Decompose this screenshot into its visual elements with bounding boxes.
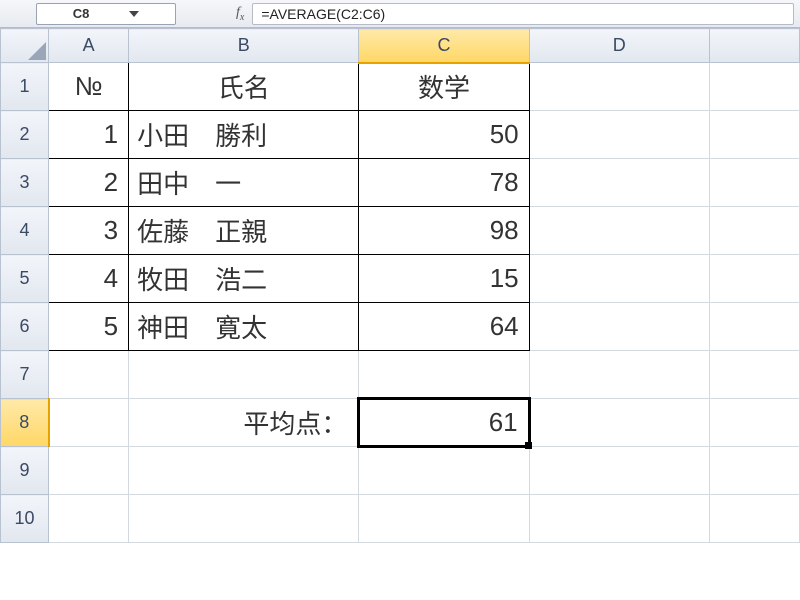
row-header-5[interactable]: 5 xyxy=(1,255,49,303)
cell-D8[interactable] xyxy=(529,399,709,447)
cell-A6[interactable]: 5 xyxy=(49,303,129,351)
cell-D2[interactable] xyxy=(529,111,709,159)
row-10: 10 xyxy=(1,495,800,543)
row-8: 8 平均点： 61 xyxy=(1,399,800,447)
row-2: 2 1 小田 勝利 50 xyxy=(1,111,800,159)
row-header-9[interactable]: 9 xyxy=(1,447,49,495)
cell-E2[interactable] xyxy=(709,111,799,159)
cell-E7[interactable] xyxy=(709,351,799,399)
cell-grid[interactable]: A B C D 1 № 氏名 数学 2 1 小田 勝利 50 3 2 田中 一 … xyxy=(0,28,800,543)
cell-B7[interactable] xyxy=(129,351,359,399)
row-header-3[interactable]: 3 xyxy=(1,159,49,207)
cell-A7[interactable] xyxy=(49,351,129,399)
row-7: 7 xyxy=(1,351,800,399)
row-4: 4 3 佐藤 正親 98 xyxy=(1,207,800,255)
cell-C4[interactable]: 98 xyxy=(359,207,529,255)
row-header-6[interactable]: 6 xyxy=(1,303,49,351)
cell-D1[interactable] xyxy=(529,63,709,111)
row-9: 9 xyxy=(1,447,800,495)
cell-E9[interactable] xyxy=(709,447,799,495)
cell-D7[interactable] xyxy=(529,351,709,399)
cell-A1[interactable]: № xyxy=(49,63,129,111)
col-header-A[interactable]: A xyxy=(49,29,129,63)
row-header-8[interactable]: 8 xyxy=(1,399,49,447)
name-box-dropdown-icon[interactable] xyxy=(129,11,139,17)
column-header-row: A B C D xyxy=(1,29,800,63)
cell-C2[interactable]: 50 xyxy=(359,111,529,159)
cell-C3[interactable]: 78 xyxy=(359,159,529,207)
cell-B1[interactable]: 氏名 xyxy=(129,63,359,111)
formula-bar: C8 fx =AVERAGE(C2:C6) xyxy=(0,0,800,28)
col-header-D[interactable]: D xyxy=(529,29,709,63)
row-header-1[interactable]: 1 xyxy=(1,63,49,111)
cell-D4[interactable] xyxy=(529,207,709,255)
row-1: 1 № 氏名 数学 xyxy=(1,63,800,111)
cell-E1[interactable] xyxy=(709,63,799,111)
row-6: 6 5 神田 寛太 64 xyxy=(1,303,800,351)
row-header-2[interactable]: 2 xyxy=(1,111,49,159)
cell-E4[interactable] xyxy=(709,207,799,255)
cell-D10[interactable] xyxy=(529,495,709,543)
worksheet[interactable]: A B C D 1 № 氏名 数学 2 1 小田 勝利 50 3 2 田中 一 … xyxy=(0,28,800,543)
cell-E10[interactable] xyxy=(709,495,799,543)
cell-A10[interactable] xyxy=(49,495,129,543)
cell-E6[interactable] xyxy=(709,303,799,351)
row-5: 5 4 牧田 浩二 15 xyxy=(1,255,800,303)
name-box-value: C8 xyxy=(73,6,90,21)
cell-D9[interactable] xyxy=(529,447,709,495)
col-header-C[interactable]: C xyxy=(359,29,529,63)
cell-B8[interactable]: 平均点： xyxy=(129,399,359,447)
cell-B5[interactable]: 牧田 浩二 xyxy=(129,255,359,303)
cell-C5[interactable]: 15 xyxy=(359,255,529,303)
cell-B9[interactable] xyxy=(129,447,359,495)
fx-icon[interactable]: fx xyxy=(236,5,244,23)
cell-A8[interactable] xyxy=(49,399,129,447)
formula-text: =AVERAGE(C2:C6) xyxy=(261,6,385,22)
cell-A4[interactable]: 3 xyxy=(49,207,129,255)
cell-A9[interactable] xyxy=(49,447,129,495)
cell-A3[interactable]: 2 xyxy=(49,159,129,207)
select-all-corner[interactable] xyxy=(1,29,49,63)
cell-A5[interactable]: 4 xyxy=(49,255,129,303)
row-header-10[interactable]: 10 xyxy=(1,495,49,543)
cell-C9[interactable] xyxy=(359,447,529,495)
cell-C8-selected[interactable]: 61 xyxy=(359,399,529,447)
col-header-E[interactable] xyxy=(709,29,799,63)
cell-B10[interactable] xyxy=(129,495,359,543)
cell-C7[interactable] xyxy=(359,351,529,399)
row-header-4[interactable]: 4 xyxy=(1,207,49,255)
row-header-7[interactable]: 7 xyxy=(1,351,49,399)
name-box[interactable]: C8 xyxy=(36,3,176,25)
formula-input[interactable]: =AVERAGE(C2:C6) xyxy=(252,3,794,25)
cell-D5[interactable] xyxy=(529,255,709,303)
cell-C6[interactable]: 64 xyxy=(359,303,529,351)
cell-E3[interactable] xyxy=(709,159,799,207)
cell-D3[interactable] xyxy=(529,159,709,207)
cell-B2[interactable]: 小田 勝利 xyxy=(129,111,359,159)
cell-E8[interactable] xyxy=(709,399,799,447)
cell-D6[interactable] xyxy=(529,303,709,351)
row-3: 3 2 田中 一 78 xyxy=(1,159,800,207)
col-header-B[interactable]: B xyxy=(129,29,359,63)
cell-B6[interactable]: 神田 寛太 xyxy=(129,303,359,351)
cell-E5[interactable] xyxy=(709,255,799,303)
cell-B3[interactable]: 田中 一 xyxy=(129,159,359,207)
cell-B4[interactable]: 佐藤 正親 xyxy=(129,207,359,255)
cell-C10[interactable] xyxy=(359,495,529,543)
cell-C1[interactable]: 数学 xyxy=(359,63,529,111)
cell-A2[interactable]: 1 xyxy=(49,111,129,159)
